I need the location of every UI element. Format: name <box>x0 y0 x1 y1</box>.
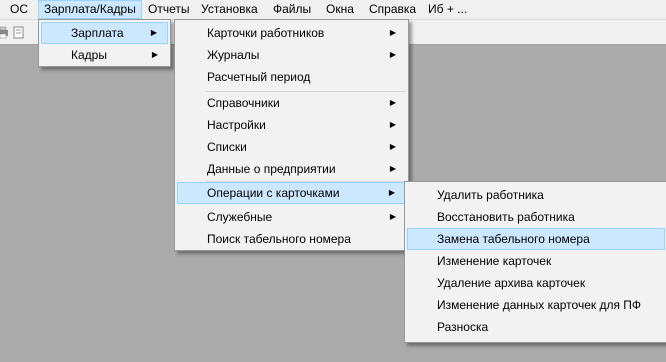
menu-item-directories[interactable]: Справочники ▶ <box>177 92 406 114</box>
menu-item-label: Поиск табельного номера <box>207 232 351 246</box>
menu-item-posting[interactable]: Разноска <box>407 316 665 338</box>
menu-item-label: Разноска <box>437 320 489 334</box>
menu-item-label: Удаление архива карточек <box>437 276 586 290</box>
submenu-arrow-icon: ▶ <box>389 28 396 37</box>
menu-item-edit-card-data-pf[interactable]: Изменение данных карточек для ПФ <box>407 294 665 316</box>
menu-item-label: Удалить работника <box>437 188 544 202</box>
menu-help[interactable]: Справка <box>364 0 421 19</box>
menu-item-label: Изменение данных карточек для ПФ <box>437 298 642 312</box>
menu-item-label: Данные о предприятии <box>207 162 336 176</box>
menu-item-label: Справочники <box>207 96 280 110</box>
menu-item-company-data[interactable]: Данные о предприятии ▶ <box>177 158 406 180</box>
menu-item-service[interactable]: Служебные ▶ <box>177 206 406 228</box>
menu-item-salary[interactable]: Зарплата ▶ <box>41 22 168 44</box>
menu-item-label: Зарплата <box>71 26 124 40</box>
print-icon[interactable] <box>0 25 10 39</box>
menu-item-replace-personnel-number[interactable]: Замена табельного номера <box>407 228 665 250</box>
menu-item-label: Настройки <box>207 118 266 132</box>
submenu-arrow-icon: ▶ <box>389 120 396 129</box>
submenu-salary: Карточки работников ▶ Журналы ▶ Расчетны… <box>174 19 409 251</box>
submenu-arrow-icon: ▶ <box>388 188 395 197</box>
menu-files[interactable]: Файлы <box>268 0 316 19</box>
menu-item-label: Списки <box>207 140 247 154</box>
menu-item-lists[interactable]: Списки ▶ <box>177 136 406 158</box>
menu-item-find-personnel-number[interactable]: Поиск табельного номера <box>177 228 406 250</box>
submenu-arrow-icon: ▶ <box>389 142 396 151</box>
submenu-arrow-icon: ▶ <box>151 50 158 59</box>
edit-icon[interactable] <box>12 25 26 39</box>
menu-item-label: Служебные <box>207 210 273 224</box>
menu-item-label: Восстановить работника <box>437 210 575 224</box>
submenu-arrow-icon: ▶ <box>150 28 157 37</box>
menu-salary-personnel[interactable]: Зарплата/Кадры <box>38 0 142 19</box>
menu-item-payroll-period[interactable]: Расчетный период <box>177 66 406 88</box>
menu-item-edit-cards[interactable]: Изменение карточек <box>407 250 665 272</box>
menu-item-card-operations[interactable]: Операции с карточками ▶ <box>177 182 406 204</box>
menu-item-settings[interactable]: Настройки ▶ <box>177 114 406 136</box>
submenu-arrow-icon: ▶ <box>389 98 396 107</box>
submenu-arrow-icon: ▶ <box>389 164 396 173</box>
menu-item-delete-card-archive[interactable]: Удаление архива карточек <box>407 272 665 294</box>
menu-item-label: Кадры <box>71 48 107 62</box>
submenu-arrow-icon: ▶ <box>389 212 396 221</box>
menu-windows[interactable]: Окна <box>321 0 359 19</box>
submenu-arrow-icon: ▶ <box>389 50 396 59</box>
menu-settings[interactable]: Установка <box>196 0 263 19</box>
menu-item-restore-employee[interactable]: Восстановить работника <box>407 206 665 228</box>
menu-item-label: Изменение карточек <box>437 254 552 268</box>
menu-item-label: Журналы <box>207 48 260 62</box>
submenu-card-operations: Удалить работника Восстановить работника… <box>404 181 666 343</box>
menu-item-label: Карточки работников <box>207 26 325 40</box>
menu-item-label: Замена табельного номера <box>437 232 590 246</box>
menu-item-personnel[interactable]: Кадры ▶ <box>41 44 168 66</box>
menu-item-label: Расчетный период <box>207 70 311 84</box>
menu-ib[interactable]: Иб + ... <box>423 0 472 19</box>
dropdown-salary-personnel: Зарплата ▶ Кадры ▶ <box>38 19 171 67</box>
menu-bar: ОС Зарплата/Кадры Отчеты Установка Файлы… <box>0 0 666 20</box>
menu-item-journals[interactable]: Журналы ▶ <box>177 44 406 66</box>
menu-item-label: Операции с карточками <box>207 186 340 200</box>
menu-os[interactable]: ОС <box>5 0 33 19</box>
menu-item-delete-employee[interactable]: Удалить работника <box>407 184 665 206</box>
menu-item-employee-cards[interactable]: Карточки работников ▶ <box>177 22 406 44</box>
menu-reports[interactable]: Отчеты <box>143 0 194 19</box>
